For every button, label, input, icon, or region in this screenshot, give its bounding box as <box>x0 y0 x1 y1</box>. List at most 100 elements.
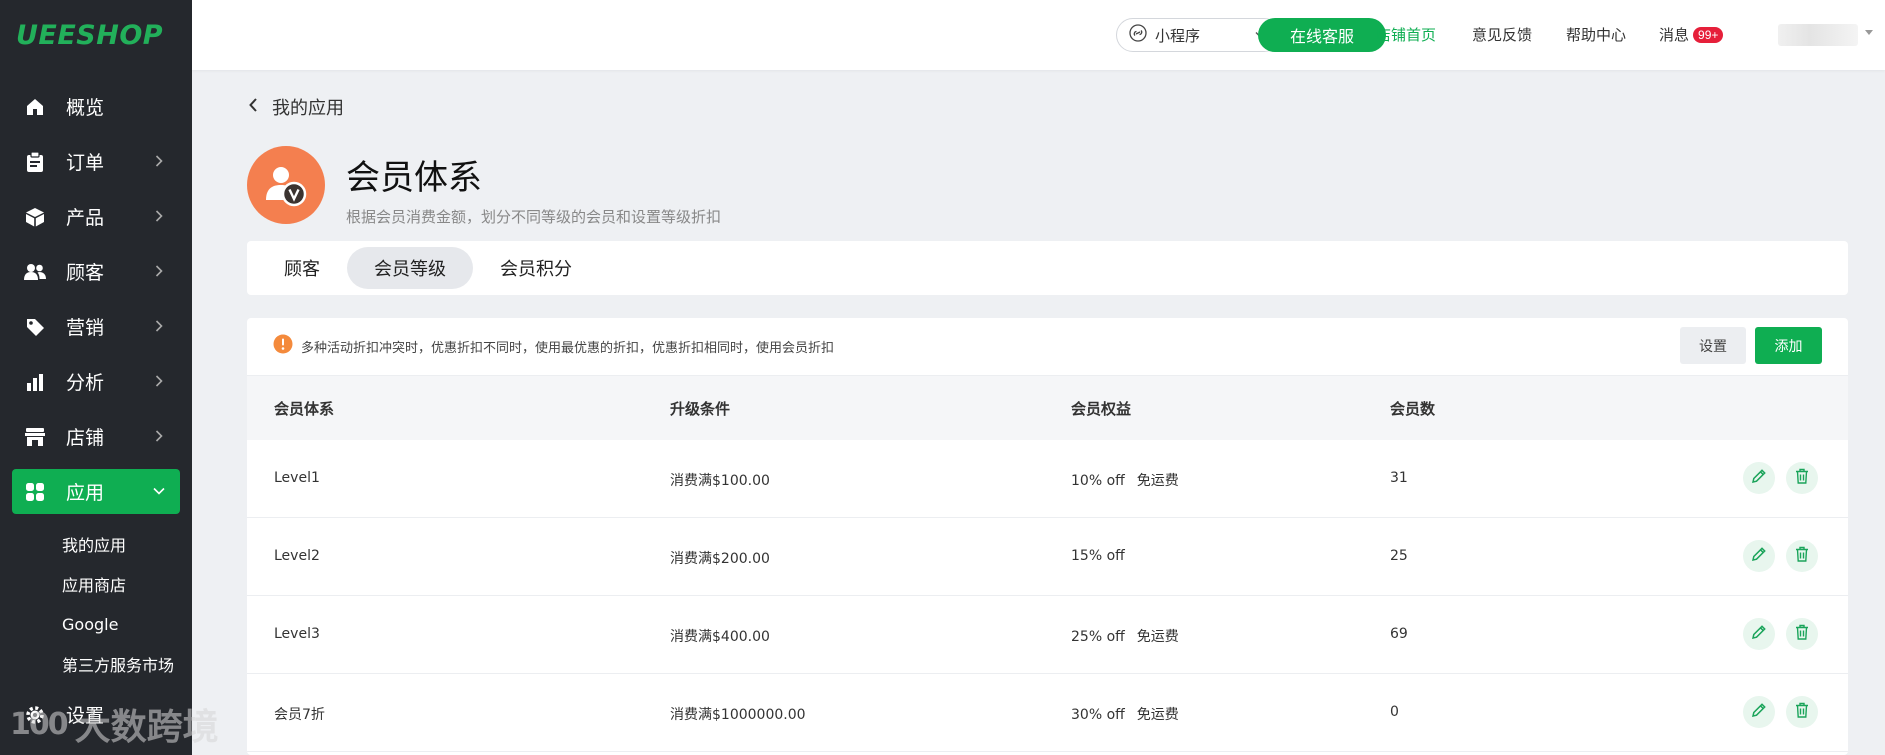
chevron-right-icon <box>152 209 166 223</box>
sidebar-item-label: 店铺 <box>66 427 105 449</box>
user-account-menu[interactable] <box>1778 24 1858 46</box>
apps-subnav: 我的应用 应用商店 Google 第三方服务市场 <box>0 524 192 684</box>
clipboard-icon <box>24 151 46 173</box>
messages-label: 消息 <box>1659 26 1690 44</box>
member-count: 0 <box>1390 704 1399 720</box>
brand-logo[interactable]: UEESHOP <box>0 0 192 70</box>
chevron-right-icon <box>152 319 166 333</box>
notice-bar: 多种活动折扣冲突时，优惠折扣不同时，使用最优惠的折扣，优惠折扣相同时，使用会员折… <box>247 318 1848 375</box>
mini-program-dropdown[interactable]: 小程序 <box>1116 18 1281 52</box>
chevron-right-icon <box>152 264 166 278</box>
table-header: 会员体系 升级条件 会员权益 会员数 <box>247 375 1848 440</box>
trash-icon <box>1795 468 1809 489</box>
table-row: Level3 消费满$400.00 25% off 免运费 69 <box>247 596 1848 674</box>
trash-icon <box>1795 546 1809 567</box>
free-shipping: 免运费 <box>1136 473 1179 489</box>
topbar: 小程序 在线客服 店铺首页 意见反馈 帮助中心 消息 99+ <box>192 0 1885 70</box>
sidebar-item-customers[interactable]: 顾客 <box>12 249 180 294</box>
upgrade-condition: 消费满$100.00 <box>670 473 770 489</box>
caret-down-icon[interactable] <box>1865 30 1873 35</box>
delete-button[interactable] <box>1786 462 1818 494</box>
chevron-right-icon <box>152 429 166 443</box>
watermark-text: 大数跨境 <box>74 707 219 748</box>
benefits: 10% off 免运费 <box>1071 470 1179 490</box>
chevron-down-icon <box>152 484 166 498</box>
discount: 15% off <box>1071 548 1125 564</box>
sidebar-item-overview[interactable]: 概览 <box>12 84 180 129</box>
trash-icon <box>1795 624 1809 645</box>
sidebar-item-marketing[interactable]: 营销 <box>12 304 180 349</box>
chevron-left-icon <box>248 97 258 118</box>
apps-grid-icon <box>24 481 46 503</box>
watermark-mark: 100 <box>10 706 69 742</box>
home-icon <box>24 96 46 118</box>
page-description: 根据会员消费金额，划分不同等级的会员和设置等级折扣 <box>346 208 722 226</box>
subnav-item-my-apps[interactable]: 我的应用 <box>0 524 192 564</box>
sidebar-item-orders[interactable]: 订单 <box>12 139 180 184</box>
help-center-link[interactable]: 帮助中心 <box>1566 24 1626 45</box>
watermark: 100 大数跨境 <box>10 698 219 750</box>
settings-button[interactable]: 设置 <box>1680 327 1746 364</box>
pencil-icon <box>1751 468 1767 489</box>
back-link[interactable]: 我的应用 <box>248 94 344 120</box>
member-count: 31 <box>1390 470 1408 486</box>
delete-button[interactable] <box>1786 618 1818 650</box>
sidebar-item-label: 分析 <box>66 372 105 394</box>
table-row: 会员7折 消费满$1000000.00 30% off 免运费 0 <box>247 674 1848 752</box>
pencil-icon <box>1751 546 1767 567</box>
edit-button[interactable] <box>1743 462 1775 494</box>
sidebar-item-label: 顾客 <box>66 262 105 284</box>
sidebar-item-analytics[interactable]: 分析 <box>12 359 180 404</box>
sidebar-item-store[interactable]: 店铺 <box>12 414 180 459</box>
sidebar-item-label: 订单 <box>66 152 105 174</box>
online-service-button[interactable]: 在线客服 <box>1258 18 1386 52</box>
store-home-link[interactable]: 店铺首页 <box>1376 24 1436 45</box>
edit-button[interactable] <box>1743 696 1775 728</box>
bar-chart-icon <box>24 371 46 393</box>
benefits: 25% off 免运费 <box>1071 626 1179 646</box>
edit-button[interactable] <box>1743 618 1775 650</box>
column-header-member-count: 会员数 <box>1390 399 1436 418</box>
messages-link[interactable]: 消息 99+ <box>1659 24 1724 45</box>
notice-text: 多种活动折扣冲突时，优惠折扣不同时，使用最优惠的折扣，优惠折扣相同时，使用会员折… <box>301 341 835 356</box>
chevron-right-icon <box>152 374 166 388</box>
discount: 25% off <box>1071 629 1125 645</box>
subnav-item-google[interactable]: Google <box>0 604 192 644</box>
delete-button[interactable] <box>1786 540 1818 572</box>
free-shipping: 免运费 <box>1136 707 1179 723</box>
tab-bar: 顾客 会员等级 会员积分 <box>247 241 1848 295</box>
column-header-membership: 会员体系 <box>274 399 335 418</box>
table-row: Level1 消费满$100.00 10% off 免运费 31 <box>247 440 1848 518</box>
member-app-icon <box>247 146 325 224</box>
sidebar-nav: 概览 订单 产品 顾客 营销 分析 店铺 应用 <box>0 84 192 514</box>
level-name: Level1 <box>274 470 320 486</box>
tag-icon <box>24 316 46 338</box>
messages-badge: 99+ <box>1693 27 1724 43</box>
member-count: 69 <box>1390 626 1408 642</box>
sidebar-item-products[interactable]: 产品 <box>12 194 180 239</box>
add-button[interactable]: 添加 <box>1755 327 1822 364</box>
cube-icon <box>24 206 46 228</box>
delete-button[interactable] <box>1786 696 1818 728</box>
sidebar-item-apps[interactable]: 应用 <box>12 469 180 514</box>
back-label: 我的应用 <box>272 98 344 119</box>
column-header-upgrade-condition: 升级条件 <box>670 399 731 418</box>
subnav-item-app-store[interactable]: 应用商店 <box>0 564 192 604</box>
tab-member-levels[interactable]: 会员等级 <box>347 247 473 289</box>
member-count: 25 <box>1390 548 1408 564</box>
mini-program-label: 小程序 <box>1155 26 1201 45</box>
sidebar-item-label: 应用 <box>66 482 105 504</box>
tab-member-points[interactable]: 会员积分 <box>473 247 599 289</box>
tab-customers[interactable]: 顾客 <box>257 247 347 289</box>
benefits: 30% off 免运费 <box>1071 704 1179 724</box>
upgrade-condition: 消费满$400.00 <box>670 629 770 645</box>
feedback-link[interactable]: 意见反馈 <box>1472 24 1532 45</box>
subnav-item-third-party-market[interactable]: 第三方服务市场 <box>0 644 192 684</box>
sidebar-item-label: 营销 <box>66 317 105 339</box>
free-shipping: 免运费 <box>1136 629 1179 645</box>
level-name: Level3 <box>274 626 320 642</box>
edit-button[interactable] <box>1743 540 1775 572</box>
link-chain-icon <box>1129 24 1147 46</box>
store-icon <box>24 426 46 448</box>
upgrade-condition: 消费满$200.00 <box>670 551 770 567</box>
